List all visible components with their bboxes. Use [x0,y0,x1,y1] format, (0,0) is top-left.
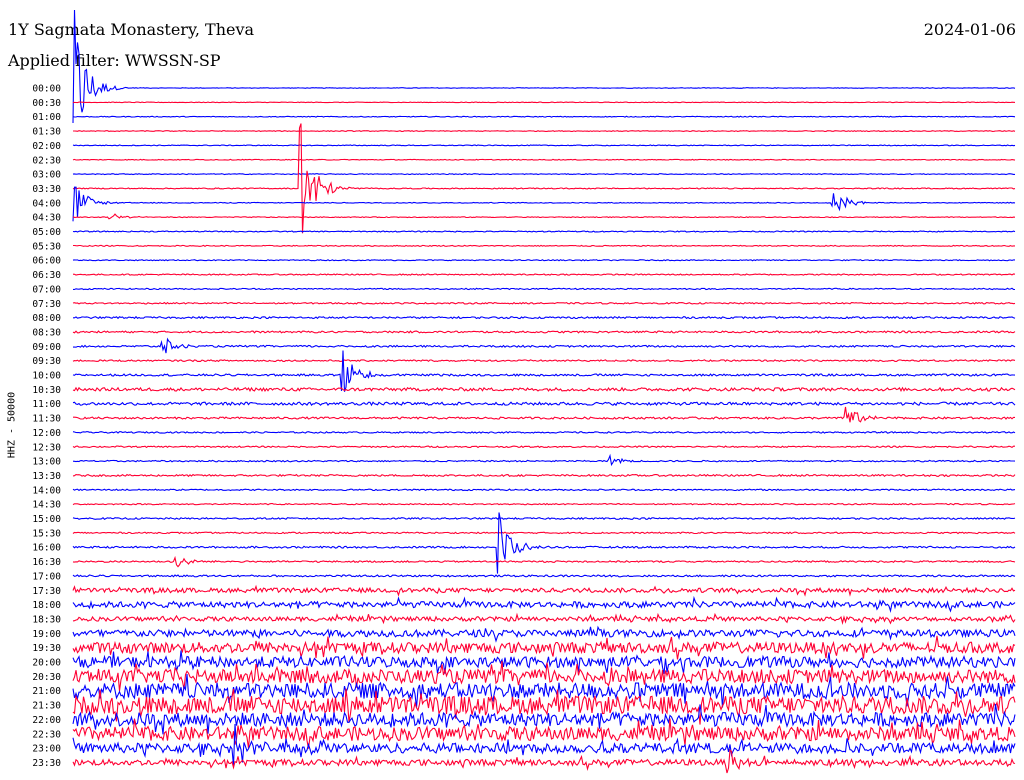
trace-row-0600 [72,259,1015,262]
helicorder-plot: 00:00 00:30 01:00 01:30 02:00 02:30 03:00 03:30… [32,9,1016,774]
time-label: 09:00 [32,342,61,353]
time-label: 22:30 [32,729,61,740]
trace-row-1530 [72,531,1016,535]
time-label: 08:30 [32,327,61,338]
trace-row-1200 [72,430,1016,434]
time-label: 14:30 [32,500,61,511]
time-label: 06:00 [32,256,61,267]
trace-row-0530 [73,244,1015,247]
trace-row-0900 [72,337,1016,354]
time-label: 00:30 [32,98,61,109]
time-label: 17:00 [32,571,61,582]
trace-row-1900 [72,625,1016,643]
trace-row-1300 [72,453,1016,467]
time-label: 19:00 [32,629,61,640]
time-label: 16:30 [32,557,61,568]
trace-row-0500 [72,230,1016,233]
trace-row-1230 [72,445,1015,449]
time-label: 09:30 [32,356,61,367]
time-label: 05:30 [32,241,61,252]
time-label: 21:30 [32,701,61,712]
trace-row-1500 [72,516,1016,521]
time-label: 10:30 [32,385,61,396]
time-label: 23:30 [32,758,61,769]
time-label: 18:30 [32,614,61,625]
trace-row-0800 [73,315,1016,320]
trace-row-1400 [72,488,1016,492]
time-label: 05:00 [32,227,61,238]
time-label: 12:00 [32,428,61,439]
trace-row-0200 [72,144,1016,147]
trace-row-1730 [72,584,1016,597]
time-label: 19:30 [32,643,61,654]
trace-row-1700 [72,574,1016,578]
time-label: 11:30 [32,414,61,425]
time-label: 00:00 [32,84,61,95]
trace-row-1830 [72,612,1016,625]
trace-row-0300 [72,173,1015,176]
time-label: 13:30 [32,471,61,482]
time-label: 20:00 [32,658,61,669]
time-label: 03:00 [32,170,61,181]
time-label: 15:30 [32,528,61,539]
time-label: 02:00 [32,141,61,152]
trace-row-0930 [72,359,1016,363]
time-label: 07:00 [32,284,61,295]
trace-row-0100 [72,115,1016,118]
time-label: 15:00 [32,514,61,525]
trace-row-0400 [72,186,1016,222]
trace-row-0830 [72,330,1016,334]
time-label: 11:00 [32,399,61,410]
trace-row-2330 [72,749,1016,774]
trace-row-1100 [72,401,1016,407]
trace-row-1930 [72,635,1016,660]
trace-row-2000 [72,650,1016,674]
trace-row-0630 [72,273,1016,276]
trace-row-1000 [72,350,1016,392]
trace-row-2300 [72,723,1016,767]
trace-row-0230 [72,158,1016,161]
trace-row-1630 [72,555,1016,568]
trace-row-1430 [72,502,1016,506]
time-label: 14:00 [32,485,61,496]
time-label: 03:30 [32,184,61,195]
time-label: 07:30 [32,299,61,310]
time-label: 21:00 [32,686,61,697]
trace-row-0700 [72,287,1016,291]
trace-row-1130 [73,406,1015,423]
time-label-group: 00:00 00:30 01:00 01:30 02:00 02:30 03:00 03:30… [32,84,61,769]
time-label: 12:30 [32,442,61,453]
trace-row-0130 [73,130,1016,133]
time-label: 22:00 [32,715,61,726]
time-label: 17:30 [32,586,61,597]
trace-row-1800 [72,595,1016,613]
trace-row-1600 [72,512,1016,574]
time-label: 02:30 [32,155,61,166]
trace-row-0030 [72,101,1016,104]
trace-group [72,9,1016,774]
time-label: 01:00 [32,112,61,123]
time-label: 10:00 [32,371,61,382]
time-label: 20:30 [32,672,61,683]
time-label: 06:30 [32,270,61,281]
time-label: 01:30 [32,127,61,138]
time-label: 23:00 [32,744,61,755]
time-label: 13:00 [32,457,61,468]
trace-row-0000 [72,9,1016,124]
trace-row-1330 [72,473,1016,478]
trace-row-0430 [72,213,1016,220]
time-label: 16:00 [32,543,61,554]
time-label: 08:00 [32,313,61,324]
time-label: 04:30 [32,213,61,224]
trace-row-0730 [72,301,1016,305]
time-label: 04:00 [32,198,61,209]
time-label: 18:00 [32,600,61,611]
trace-row-1030 [72,386,1016,393]
